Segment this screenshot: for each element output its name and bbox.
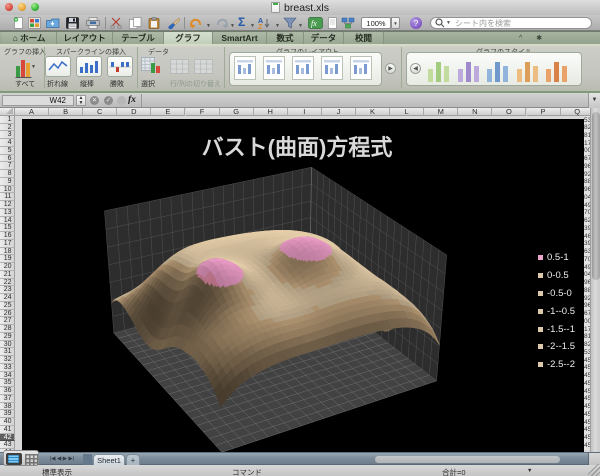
svg-text:Z: Z [258,24,263,29]
svg-text:fx: fx [311,19,317,28]
